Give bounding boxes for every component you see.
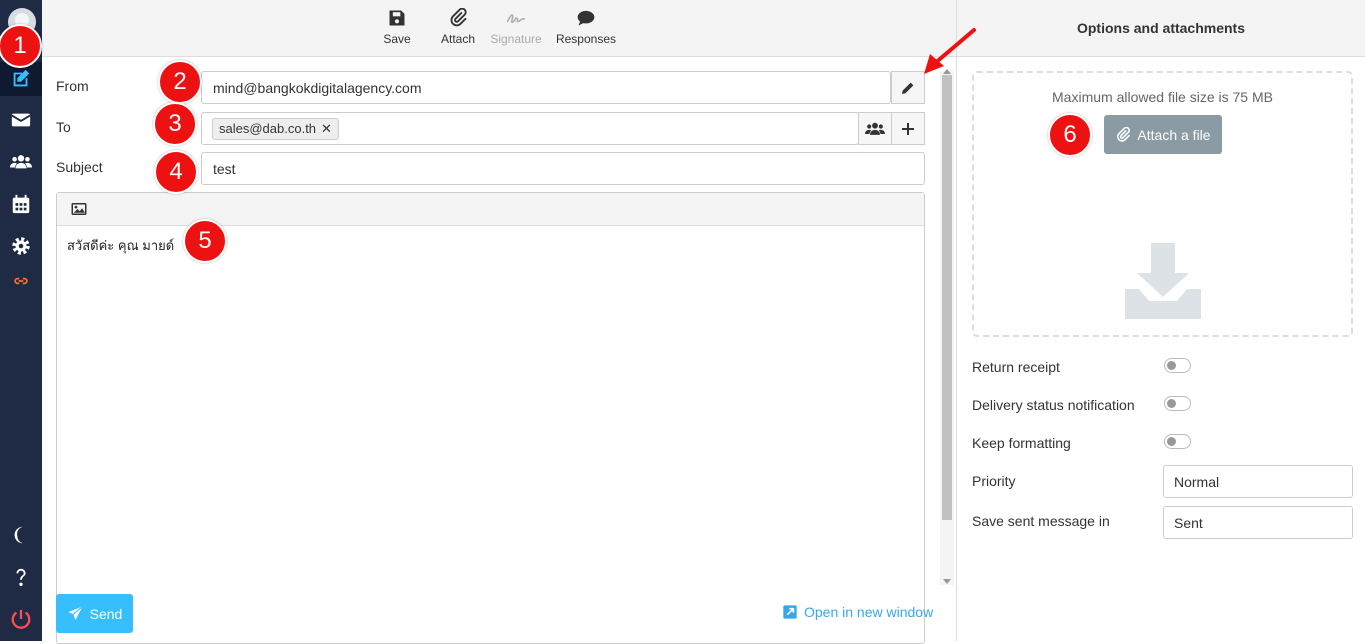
annotation-marker-3: 3 <box>153 102 197 146</box>
compose-scrollbar[interactable] <box>940 69 954 585</box>
scroll-down-arrow-icon[interactable] <box>943 579 951 584</box>
subject-input[interactable]: test <box>201 152 925 185</box>
contacts-group-icon <box>865 122 885 135</box>
annotation-marker-4: 4 <box>154 150 198 194</box>
options-panel-title: Options and attachments <box>957 0 1365 57</box>
subject-label: Subject <box>56 159 103 175</box>
attach-file-button[interactable]: Attach a file <box>1104 115 1222 154</box>
attach-label: Attach <box>440 32 476 46</box>
annotation-marker-5: 5 <box>183 219 227 263</box>
attachment-dropzone[interactable]: Maximum allowed file size is 75 MB Attac… <box>972 71 1353 337</box>
responses-button[interactable]: Responses <box>551 6 621 46</box>
compose-toolbar: Save Attach Signature Responses <box>42 0 956 57</box>
save-sent-value: Sent <box>1174 514 1203 531</box>
message-editor[interactable]: สวัสดีค่ะ คุณ มายด์ <box>56 192 925 644</box>
external-window-icon <box>783 605 797 619</box>
save-sent-label: Save sent message in <box>972 513 1110 529</box>
open-in-new-window-link[interactable]: Open in new window <box>782 604 933 620</box>
options-panel: Options and attachments Maximum allowed … <box>956 0 1365 641</box>
send-label: Send <box>89 605 123 622</box>
return-receipt-label: Return receipt <box>972 359 1060 375</box>
subject-value: test <box>213 160 236 177</box>
from-value: mind@bangkokdigitalagency.com <box>213 79 422 96</box>
remove-recipient-close-icon[interactable]: ✕ <box>321 121 332 137</box>
annotation-marker-2: 2 <box>158 60 202 104</box>
open-in-new-window-label: Open in new window <box>804 604 934 620</box>
left-navigation <box>0 0 42 641</box>
settings-gear-icon[interactable] <box>0 229 42 263</box>
editor-toolbar <box>57 193 924 226</box>
add-header-button[interactable] <box>891 112 925 145</box>
cpanel-icon[interactable] <box>0 264 42 298</box>
annotation-marker-1: 1 <box>0 24 42 68</box>
speech-bubble-icon <box>577 10 595 26</box>
red-arrow-annotation <box>924 28 976 74</box>
signature-button[interactable]: Signature <box>481 6 551 46</box>
paper-plane-icon <box>68 606 83 620</box>
paperclip-icon <box>1117 126 1131 142</box>
responses-label: Responses <box>555 32 617 46</box>
plus-icon <box>902 122 914 135</box>
signature-icon <box>506 14 526 23</box>
paperclip-icon <box>450 8 467 27</box>
delivery-status-toggle[interactable] <box>1164 396 1191 411</box>
keep-formatting-label: Keep formatting <box>972 435 1071 451</box>
priority-value: Normal <box>1174 473 1220 490</box>
download-drop-icon <box>1125 243 1201 319</box>
scrollbar-thumb[interactable] <box>942 75 952 520</box>
dark-mode-moon-icon[interactable] <box>0 518 42 552</box>
priority-label: Priority <box>972 473 1016 489</box>
to-label: To <box>56 119 71 135</box>
recipient-chip[interactable]: sales@dab.co.th ✕ <box>212 117 339 140</box>
from-field[interactable]: mind@bangkokdigitalagency.com <box>201 71 891 104</box>
save-sent-select[interactable]: Sent <box>1163 506 1353 539</box>
mail-icon[interactable] <box>0 103 42 137</box>
contacts-icon[interactable] <box>0 145 42 179</box>
annotation-marker-6: 6 <box>1048 113 1092 157</box>
keep-formatting-toggle[interactable] <box>1164 434 1191 449</box>
help-question-icon[interactable] <box>0 560 42 594</box>
priority-select[interactable]: Normal <box>1163 465 1353 498</box>
attach-file-label: Attach a file <box>1137 126 1211 143</box>
insert-image-icon[interactable] <box>69 200 89 218</box>
to-field[interactable]: sales@dab.co.th ✕ <box>201 112 859 145</box>
save-button[interactable]: Save <box>362 6 432 46</box>
signature-label: Signature <box>490 32 542 46</box>
calendar-icon[interactable] <box>0 187 42 221</box>
address-book-button[interactable] <box>858 112 892 145</box>
delivery-status-label: Delivery status notification <box>972 397 1135 413</box>
pencil-icon <box>902 82 914 94</box>
recipient-address: sales@dab.co.th <box>219 121 317 136</box>
save-icon <box>389 10 405 26</box>
save-label: Save <box>383 32 411 46</box>
logout-power-icon[interactable] <box>0 602 42 636</box>
return-receipt-toggle[interactable] <box>1164 358 1191 373</box>
from-label: From <box>56 78 89 94</box>
max-file-size-text: Maximum allowed file size is 75 MB <box>1052 89 1273 105</box>
send-button[interactable]: Send <box>56 594 133 633</box>
